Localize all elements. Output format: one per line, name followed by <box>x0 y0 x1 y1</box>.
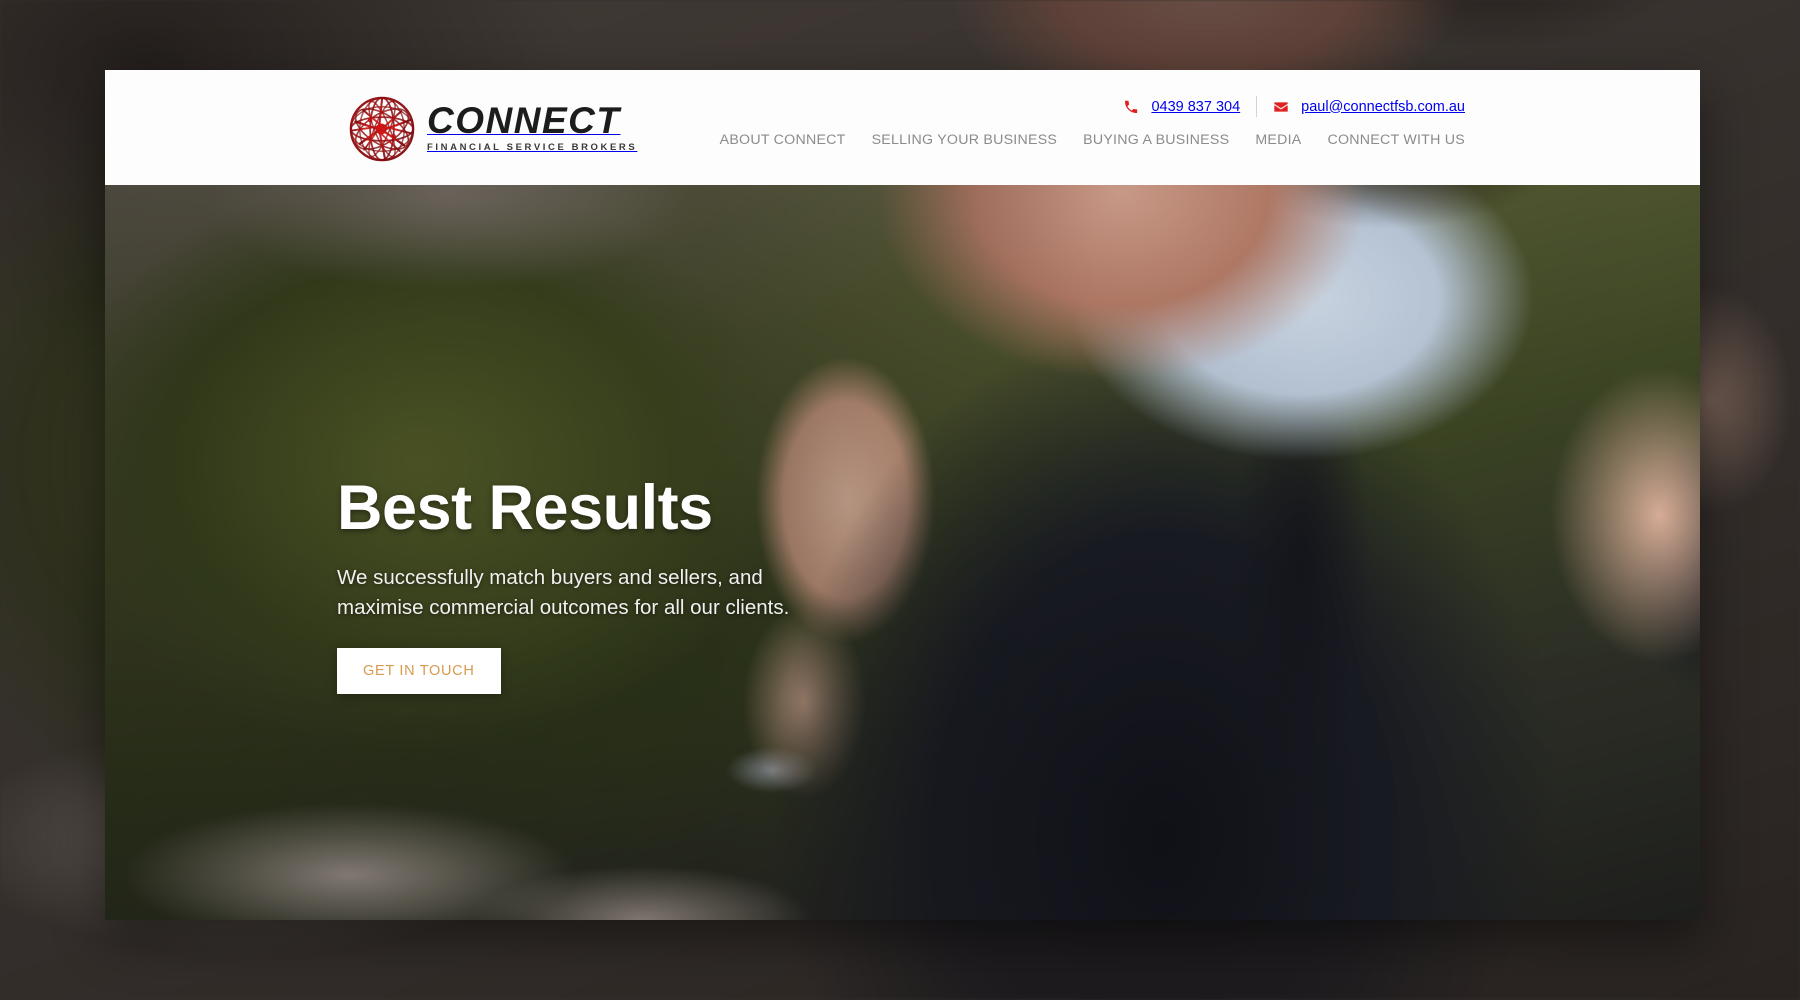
site-logo[interactable]: CONNECT FINANCIAL SERVICE BROKERS <box>345 92 637 166</box>
get-in-touch-button[interactable]: GET IN TOUCH <box>337 647 501 694</box>
main-navigation: ABOUT CONNECT SELLING YOUR BUSINESS BUYI… <box>720 132 1465 148</box>
globe-network-icon <box>349 96 415 162</box>
hero-subtitle: We successfully match buyers and sellers… <box>337 566 790 619</box>
email-address: paul@connectfsb.com.au <box>1301 98 1465 115</box>
logo-brand-name: CONNECT <box>427 99 621 141</box>
hero-content: Best Results We successfully match buyer… <box>337 475 807 694</box>
logo-wordmark: CONNECT FINANCIAL SERVICE BROKERS <box>427 102 637 157</box>
hero-title: Best Results <box>337 473 713 543</box>
site-header: CONNECT FINANCIAL SERVICE BROKERS 0439 8… <box>105 70 1700 185</box>
phone-number: 0439 837 304 <box>1151 98 1241 115</box>
nav-item-media[interactable]: MEDIA <box>1255 132 1301 148</box>
header-contact-row: 0439 837 304 paul@connectfsb.com.au <box>1123 96 1465 117</box>
logo-tagline: FINANCIAL SERVICE BROKERS <box>427 141 638 153</box>
nav-item-selling-your-business[interactable]: SELLING YOUR BUSINESS <box>872 132 1058 148</box>
phone-icon <box>1125 100 1138 113</box>
nav-item-connect-with-us[interactable]: CONNECT WITH US <box>1328 132 1465 148</box>
nav-item-about-connect[interactable]: ABOUT CONNECT <box>720 132 846 148</box>
phone-link[interactable]: 0439 837 304 <box>1123 99 1240 115</box>
email-link[interactable]: paul@connectfsb.com.au <box>1273 99 1465 115</box>
nav-item-buying-a-business[interactable]: BUYING A BUSINESS <box>1083 132 1229 148</box>
envelope-icon <box>1274 101 1288 112</box>
contact-divider <box>1256 96 1258 117</box>
website-panel: CONNECT FINANCIAL SERVICE BROKERS 0439 8… <box>105 70 1700 920</box>
hero-section: Best Results We successfully match buyer… <box>105 185 1700 920</box>
